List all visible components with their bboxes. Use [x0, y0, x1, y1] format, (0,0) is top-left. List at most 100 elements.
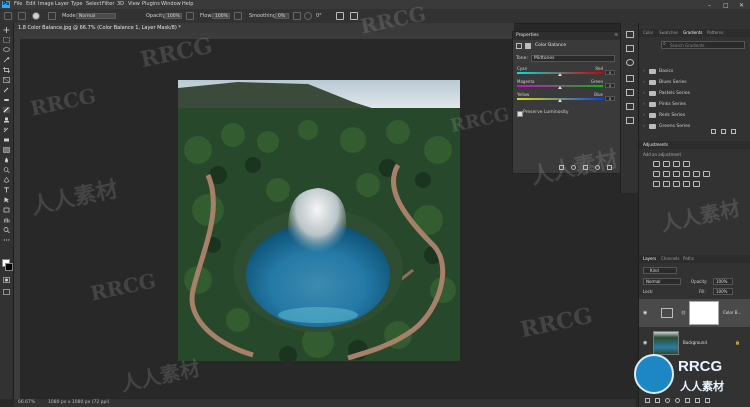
angle-value[interactable]: 0°: [316, 9, 322, 23]
quick-mask-icon[interactable]: [3, 277, 10, 283]
channel-mixer-icon[interactable]: [703, 171, 710, 177]
eye-icon[interactable]: ◉: [643, 340, 647, 346]
history-panel-icon[interactable]: [626, 31, 634, 38]
crop-tool-icon[interactable]: [3, 67, 10, 73]
mode-select[interactable]: Normal: [76, 13, 116, 19]
tab-patterns[interactable]: Patterns: [707, 29, 723, 37]
gradient-folder-reds[interactable]: › Reds Series: [641, 111, 741, 120]
selective-color-icon[interactable]: [693, 181, 700, 187]
invert-icon[interactable]: [653, 181, 660, 187]
pressure-opacity-icon[interactable]: [186, 12, 194, 20]
gradient-folder-pinks[interactable]: › Pinks Series: [641, 100, 741, 109]
gradient-folder-pastels[interactable]: › Pastels Series: [641, 89, 741, 98]
menu-select[interactable]: Select: [86, 0, 101, 9]
new-layer-icon[interactable]: [695, 398, 700, 403]
rectangle-tool-icon[interactable]: [3, 207, 10, 213]
visibility-icon[interactable]: [595, 165, 600, 170]
menu-view[interactable]: View: [128, 0, 140, 9]
menu-3d[interactable]: 3D: [117, 0, 124, 9]
hand-tool-icon[interactable]: [3, 217, 10, 223]
frame-tool-icon[interactable]: [3, 77, 10, 83]
cyan-red-value[interactable]: 0: [605, 70, 615, 75]
brush-settings-icon[interactable]: [48, 12, 56, 20]
lock-icon[interactable]: 🔒: [735, 340, 740, 345]
add-mask-icon[interactable]: [665, 398, 670, 403]
brightness-contrast-icon[interactable]: [653, 161, 660, 167]
document-info[interactable]: 1080 px x 1080 px (72 ppi): [48, 399, 109, 407]
trash-icon[interactable]: [731, 129, 736, 134]
tab-paths[interactable]: Paths: [683, 255, 694, 263]
gradient-search-input[interactable]: Search Gradients: [661, 41, 745, 49]
exposure-icon[interactable]: [683, 161, 690, 167]
black-white-icon[interactable]: [683, 171, 690, 177]
menu-plugins[interactable]: Plugins: [142, 0, 160, 9]
character-panel-icon[interactable]: [626, 89, 634, 96]
menu-file[interactable]: File: [14, 0, 22, 9]
layer-row-color-balance[interactable]: ◉ ⛓ Color B...: [639, 299, 750, 327]
hue-saturation-icon[interactable]: [663, 171, 670, 177]
menu-image[interactable]: Image: [38, 0, 54, 9]
brushes-panel-icon[interactable]: [626, 75, 634, 82]
lasso-tool-icon[interactable]: [3, 47, 10, 53]
new-adjustment-icon[interactable]: [675, 398, 680, 403]
smoothing-input[interactable]: 0%: [275, 13, 289, 19]
tab-channels[interactable]: Channels: [661, 255, 680, 263]
view-previous-icon[interactable]: [571, 165, 576, 170]
healing-brush-tool-icon[interactable]: [3, 97, 10, 103]
gradient-folder-basics[interactable]: › Basics: [641, 67, 741, 76]
posterize-icon[interactable]: [663, 181, 670, 187]
move-tool-icon[interactable]: [3, 27, 10, 33]
layer-mask-icon[interactable]: [525, 43, 531, 49]
panel-menu-icon[interactable]: ≡: [614, 32, 618, 40]
zoom-tool-icon[interactable]: [3, 227, 10, 233]
more-tools-icon[interactable]: [3, 237, 10, 243]
dodge-tool-icon[interactable]: [3, 167, 10, 173]
layer-mask-thumbnail[interactable]: [689, 301, 719, 325]
quick-select-tool-icon[interactable]: [3, 57, 10, 63]
layer-name[interactable]: Background: [683, 340, 707, 345]
canvas-image[interactable]: [178, 80, 460, 361]
yellow-blue-value[interactable]: 0: [605, 96, 615, 101]
layer-name[interactable]: Color B...: [723, 310, 741, 315]
color-balance-adj-icon[interactable]: [673, 171, 680, 177]
vibrance-icon[interactable]: [653, 171, 660, 177]
adjustments-header-label[interactable]: Adjustments: [643, 141, 668, 149]
fx-icon[interactable]: [655, 398, 660, 403]
cyan-red-thumb[interactable]: [558, 73, 562, 76]
reset-icon[interactable]: [583, 165, 588, 170]
new-group-layer-icon[interactable]: [685, 398, 690, 403]
eyedropper-tool-icon[interactable]: [3, 87, 10, 93]
background-color-swatch[interactable]: [5, 263, 13, 271]
pressure-size-icon[interactable]: [336, 12, 344, 20]
layer-filter-select[interactable]: Kind: [643, 267, 677, 274]
history-brush-tool-icon[interactable]: [3, 127, 10, 133]
symmetry-icon[interactable]: [350, 12, 358, 20]
delete-icon[interactable]: [607, 165, 612, 170]
photo-filter-icon[interactable]: [693, 171, 700, 177]
adjust-panel-icon[interactable]: [626, 59, 634, 66]
tone-select[interactable]: Midtones: [531, 55, 615, 62]
tab-layers[interactable]: Layers: [643, 255, 656, 263]
blur-tool-icon[interactable]: [3, 157, 10, 163]
path-selection-tool-icon[interactable]: [3, 197, 10, 203]
magenta-green-value[interactable]: 0: [605, 83, 615, 88]
new-group-icon[interactable]: [711, 129, 716, 134]
tab-color[interactable]: Color: [643, 29, 653, 37]
gradient-map-icon[interactable]: [683, 181, 690, 187]
type-tool-icon[interactable]: [3, 187, 10, 193]
pen-tool-icon[interactable]: [3, 177, 10, 183]
tab-swatches[interactable]: Swatches: [659, 29, 678, 37]
menu-layer[interactable]: Layer: [55, 0, 69, 9]
libraries-panel-icon[interactable]: [626, 45, 634, 52]
marquee-tool-icon[interactable]: [3, 37, 10, 43]
clip-to-layer-icon[interactable]: [559, 165, 564, 170]
layers-opacity-input[interactable]: 100%: [713, 278, 733, 285]
document-tab[interactable]: 1.8 Color Balance.jpg @ 66.7% (Color Bal…: [14, 23, 514, 33]
flow-input[interactable]: 100%: [212, 13, 230, 19]
curves-icon[interactable]: [673, 161, 680, 167]
blend-mode-select[interactable]: Normal: [643, 278, 681, 285]
menu-filter[interactable]: Filter: [102, 0, 114, 9]
chain-link-icon[interactable]: ⛓: [681, 310, 686, 315]
layer-thumbnail[interactable]: [653, 331, 679, 355]
layer-row-background[interactable]: ◉ Background 🔒: [639, 329, 750, 357]
